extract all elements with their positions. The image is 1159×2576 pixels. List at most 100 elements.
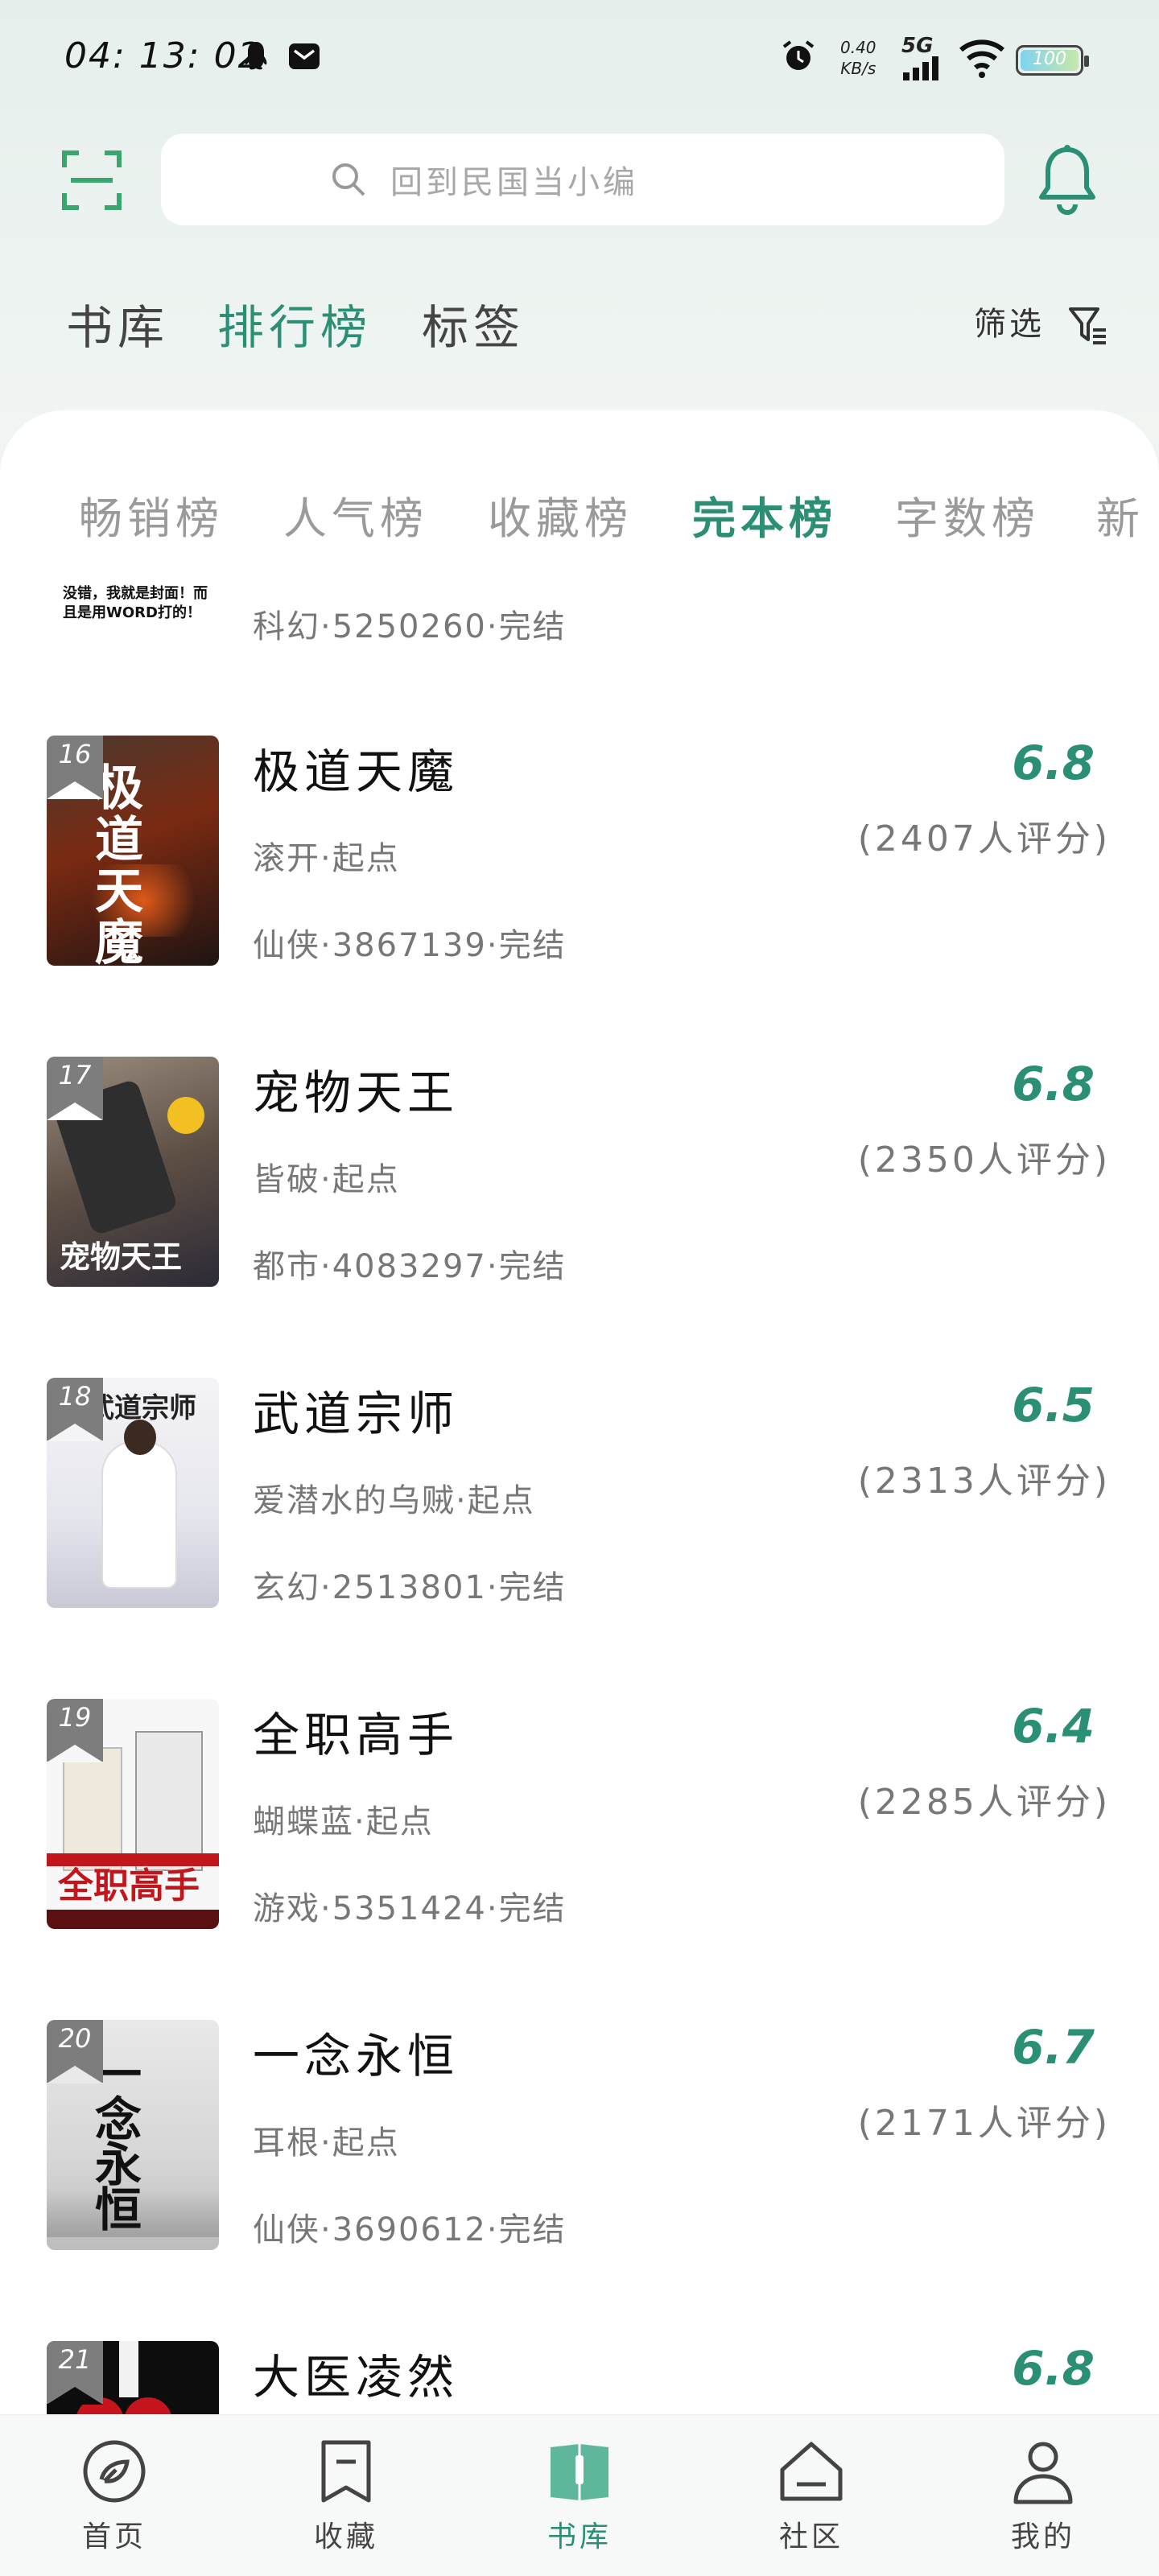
cover-figure-right: [135, 1731, 203, 1871]
book-raters: (2350人评分): [857, 1140, 1111, 1181]
battery-indicator: 100: [1016, 45, 1089, 76]
profile-icon: [1013, 2442, 1073, 2504]
partial-meta: 科幻·5250260·完结: [253, 608, 567, 645]
scan-icon[interactable]: [61, 150, 122, 211]
bookmark-icon: [321, 2440, 371, 2503]
qq-icon: [245, 42, 267, 70]
cover-bottom-band: [47, 1910, 219, 1929]
book-title: 大医凌然: [253, 2350, 460, 2405]
cover-title: 一念永恒: [95, 2047, 142, 2237]
rank-number: 18: [58, 1381, 92, 1412]
cover-flower: [167, 1097, 204, 1134]
network-type: 5G: [901, 34, 934, 58]
rank-badge: 17: [47, 1057, 103, 1120]
nav-favorites-label: 收藏: [313, 2520, 378, 2553]
cover-title: 全职高手: [58, 1865, 200, 1906]
nav-home[interactable]: 首页: [34, 2415, 195, 2576]
rank-tab-favorites[interactable]: 收藏榜: [488, 483, 633, 546]
signal-icon: [903, 56, 938, 80]
book-raters: (2285人评分): [857, 1782, 1111, 1823]
rank-number: 17: [58, 1060, 92, 1090]
search-placeholder: 回到民国当小编: [390, 164, 638, 201]
cover-title: 宠物天王: [60, 1239, 183, 1275]
rank-number: 16: [58, 739, 92, 769]
rank-tab-completed[interactable]: 完本榜: [692, 483, 837, 546]
status-bar: 04: 13: 02 0.40 KB/s 5G 100: [0, 0, 1159, 121]
book-raters: (2313人评分): [857, 1461, 1111, 1502]
rank-badge: 21: [47, 2341, 103, 2405]
book-title: 全职高手: [253, 1708, 460, 1762]
rank-number: 19: [58, 1702, 92, 1733]
book-score: 6.8: [1012, 736, 1095, 790]
filter-button[interactable]: 筛选: [974, 298, 1045, 344]
book-score: 6.8: [1012, 2341, 1095, 2396]
list-item[interactable]: 极道天魔 16 极道天魔 滚开·起点 仙侠·3867139·完结 6.8 (24…: [0, 736, 1159, 1057]
speed-value: 0.40: [840, 38, 876, 57]
wifi-icon: [959, 39, 1004, 78]
rank-tab-popularity[interactable]: 人气榜: [283, 483, 428, 546]
nav-favorites[interactable]: 收藏: [266, 2415, 427, 2576]
list-item-partial[interactable]: 没错，我就是封面！而且是用WORD打的！ 科幻·5250260·完结: [0, 571, 1159, 668]
book-title: 极道天魔: [253, 744, 460, 799]
rank-badge: 19: [47, 1699, 103, 1762]
bottom-navigation: 首页 收藏 书库 社区 我的: [0, 2414, 1159, 2576]
nav-community[interactable]: 社区: [731, 2415, 892, 2576]
tab-library[interactable]: 书库: [66, 290, 169, 357]
search-bar[interactable]: 回到民国当小编: [161, 134, 1004, 225]
cover-figure: [119, 2341, 138, 2397]
partial-cover: 没错，我就是封面！而且是用WORD打的！: [47, 571, 219, 633]
alarm-icon: [782, 40, 815, 70]
rank-tab-bestseller[interactable]: 畅销榜: [79, 483, 224, 546]
library-icon: [551, 2444, 608, 2500]
list-item[interactable]: 一念永恒 20 一念永恒 耳根·起点 仙侠·3690612·完结 6.7 (21…: [0, 2020, 1159, 2342]
list-item[interactable]: 武道宗师 18 武道宗师 爱潜水的乌贼·起点 玄幻·2513801·完结 6.5…: [0, 1378, 1159, 1700]
book-cover: 全职高手 19: [47, 1699, 219, 1929]
rank-badge: 16: [47, 736, 103, 799]
tab-ranking[interactable]: 排行榜: [217, 290, 373, 362]
search-icon: [332, 163, 365, 196]
tab-tags[interactable]: 标签: [422, 290, 525, 357]
filter-icon[interactable]: [1067, 304, 1109, 346]
book-title: 宠物天王: [253, 1065, 460, 1120]
cover-figure: [103, 1442, 175, 1587]
book-score: 6.4: [1012, 1699, 1095, 1754]
book-score: 6.5: [1012, 1378, 1095, 1432]
book-meta: 都市·4083297·完结: [253, 1248, 567, 1285]
cover-figure-left: [63, 1747, 122, 1871]
book-author: 爱潜水的乌贼·起点: [253, 1482, 535, 1519]
nav-profile[interactable]: 我的: [963, 2415, 1124, 2576]
book-title: 一念永恒: [253, 2029, 460, 2083]
rank-tab-new[interactable]: 新: [1096, 483, 1145, 546]
book-cover: 宠物天王 17: [47, 1057, 219, 1287]
book-meta: 游戏·5351424·完结: [253, 1890, 567, 1927]
tab-ranking-label: 排行榜: [217, 300, 373, 355]
cover-title: 武道宗师: [87, 1392, 196, 1424]
mail-icon: [289, 43, 320, 69]
book-cover: 武道宗师 18: [47, 1378, 219, 1608]
ranking-panel: 畅销榜 人气榜 收藏榜 完本榜 字数榜 新 没错，我就是封面！而且是用WORD打…: [0, 410, 1159, 2575]
book-score: 6.7: [1012, 2020, 1095, 2075]
network-speed: 0.40 KB/s: [840, 37, 876, 79]
community-icon: [780, 2442, 843, 2501]
rank-number: 21: [58, 2344, 92, 2375]
nav-community-label: 社区: [778, 2520, 843, 2553]
list-item[interactable]: 全职高手 19 全职高手 蝴蝶蓝·起点 游戏·5351424·完结 6.4 (2…: [0, 1699, 1159, 2021]
nav-home-label: 首页: [81, 2520, 146, 2553]
nav-profile-label: 我的: [1010, 2520, 1075, 2553]
book-meta: 仙侠·3867139·完结: [253, 927, 567, 964]
book-raters: (2407人评分): [857, 818, 1111, 859]
nav-library-label: 书库: [547, 2520, 612, 2553]
bell-icon[interactable]: [1035, 143, 1099, 216]
book-cover: 极道天魔 16: [47, 736, 219, 966]
home-icon: [83, 2440, 146, 2503]
cover-title: 极道天魔: [95, 760, 143, 966]
book-meta: 玄幻·2513801·完结: [253, 1569, 567, 1606]
list-item[interactable]: 宠物天王 17 宠物天王 皆破·起点 都市·4083297·完结 6.8 (23…: [0, 1057, 1159, 1379]
rank-badge: 20: [47, 2020, 103, 2083]
book-author: 蝴蝶蓝·起点: [253, 1803, 434, 1840]
book-meta: 仙侠·3690612·完结: [253, 2211, 567, 2248]
book-cover: 一念永恒 20: [47, 2020, 219, 2250]
nav-library[interactable]: 书库: [499, 2415, 660, 2576]
book-score: 6.8: [1012, 1057, 1095, 1111]
rank-tab-wordcount[interactable]: 字数榜: [895, 483, 1040, 546]
